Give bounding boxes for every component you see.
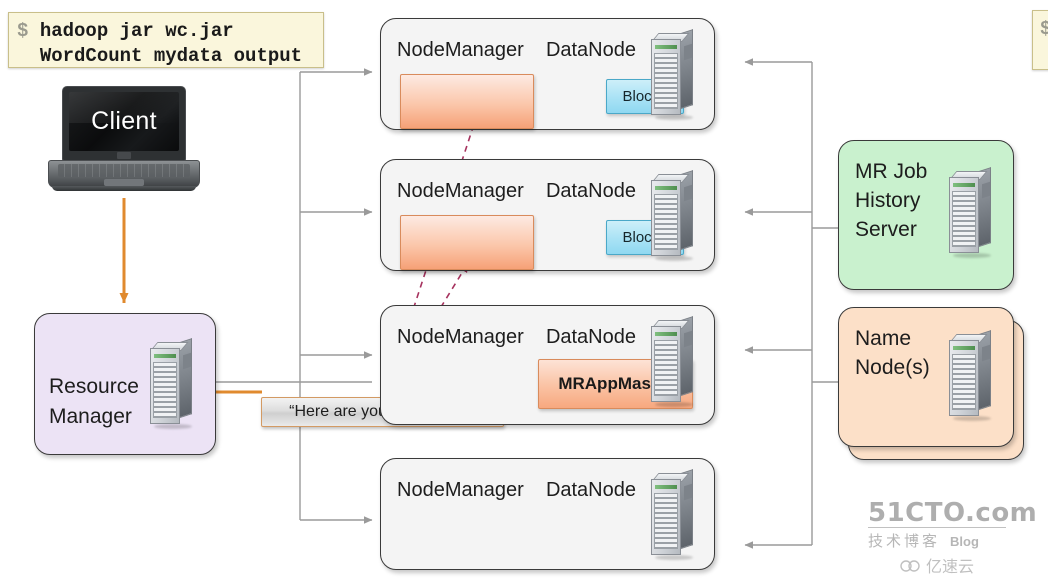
resource-manager-label: Resource Manager	[49, 372, 139, 432]
wire-client-to-nodemanagers	[299, 68, 373, 524]
cloud-icon	[900, 559, 920, 572]
server-icon-datanode-3	[649, 316, 695, 407]
terminal-prompt-right: $	[1040, 18, 1048, 40]
client-label: Client	[91, 107, 157, 135]
history-label-line1: MR Job	[855, 160, 928, 183]
datanode-label-3: DataNode	[545, 326, 636, 348]
laptop-base	[48, 160, 200, 188]
laptop-lid: Client	[62, 86, 186, 161]
datanode-label-4: DataNode	[545, 479, 636, 501]
history-label-line2: History	[855, 189, 921, 212]
server-icon-namenode	[947, 330, 993, 421]
namenode-label-line2: Node(s)	[855, 356, 930, 379]
laptop-foot	[52, 186, 196, 191]
nodemanager-label-1: NodeManager	[397, 39, 524, 61]
mr-job-history-server-box: MR Job History Server	[838, 140, 1014, 290]
terminal-command-line-2: WordCount mydata output	[39, 45, 303, 67]
server-icon-resource-manager	[148, 338, 194, 429]
nodemanager-label-3: NodeManager	[397, 326, 524, 348]
server-icon-datanode-2	[649, 170, 695, 261]
terminal-command-box-right: $	[1032, 10, 1048, 70]
nodemanager-box-2: NodeManager DataNode Block2	[380, 159, 715, 271]
history-label-line3: Server	[855, 218, 917, 241]
laptop-screen: Client	[69, 92, 179, 151]
mr-job-history-server-label: MR Job History Server	[855, 157, 927, 244]
container-slot-1	[400, 74, 534, 129]
nodemanager-label-2: NodeManager	[397, 180, 524, 202]
watermark-main-text: 51CTO.com	[868, 498, 1038, 528]
terminal-command-line-1: hadoop jar wc.jar	[39, 20, 234, 42]
namenode-label-line1: Name	[855, 327, 912, 350]
nodemanager-box-1: NodeManager DataNode Block1	[380, 18, 715, 130]
watermark-sub-text: 技术博客	[868, 533, 941, 550]
resource-manager-label-line2: Manager	[49, 405, 132, 428]
nodemanager-box-3: NodeManager DataNode MRAppMaster	[380, 305, 715, 425]
resource-manager-box: Resource Manager	[34, 313, 216, 455]
watermark-blog-text: Blog	[950, 534, 979, 549]
laptop-trackpad	[104, 179, 144, 186]
terminal-prompt: $	[17, 20, 29, 42]
terminal-command-box: $ hadoop jar wc.jar WordCount mydata out…	[8, 12, 324, 68]
watermark-cloud-text: 亿速云	[926, 559, 975, 576]
watermark: 51CTO.com 技术博客 Blog 亿速云	[868, 498, 1040, 576]
namenode-box: Name Node(s)	[838, 307, 1014, 447]
watermark-sub: 技术博客 Blog	[868, 530, 1040, 551]
client-laptop: Client	[48, 86, 200, 194]
laptop-keyboard	[58, 164, 190, 177]
container-slot-2	[400, 215, 534, 270]
server-icon-datanode-4	[649, 469, 695, 560]
laptop-logo	[117, 152, 131, 159]
datanode-label-1: DataNode	[545, 39, 636, 61]
server-icon-datanode-1	[649, 29, 695, 120]
datanode-label-2: DataNode	[545, 180, 636, 202]
nodemanager-box-4: NodeManager DataNode	[380, 458, 715, 570]
nodemanager-label-4: NodeManager	[397, 479, 524, 501]
server-icon-history	[947, 167, 993, 258]
watermark-cloud: 亿速云	[868, 553, 1040, 577]
namenode-label: Name Node(s)	[855, 324, 930, 382]
wire-namenode-to-datanodes	[744, 58, 838, 549]
resource-manager-label-line1: Resource	[49, 375, 139, 398]
